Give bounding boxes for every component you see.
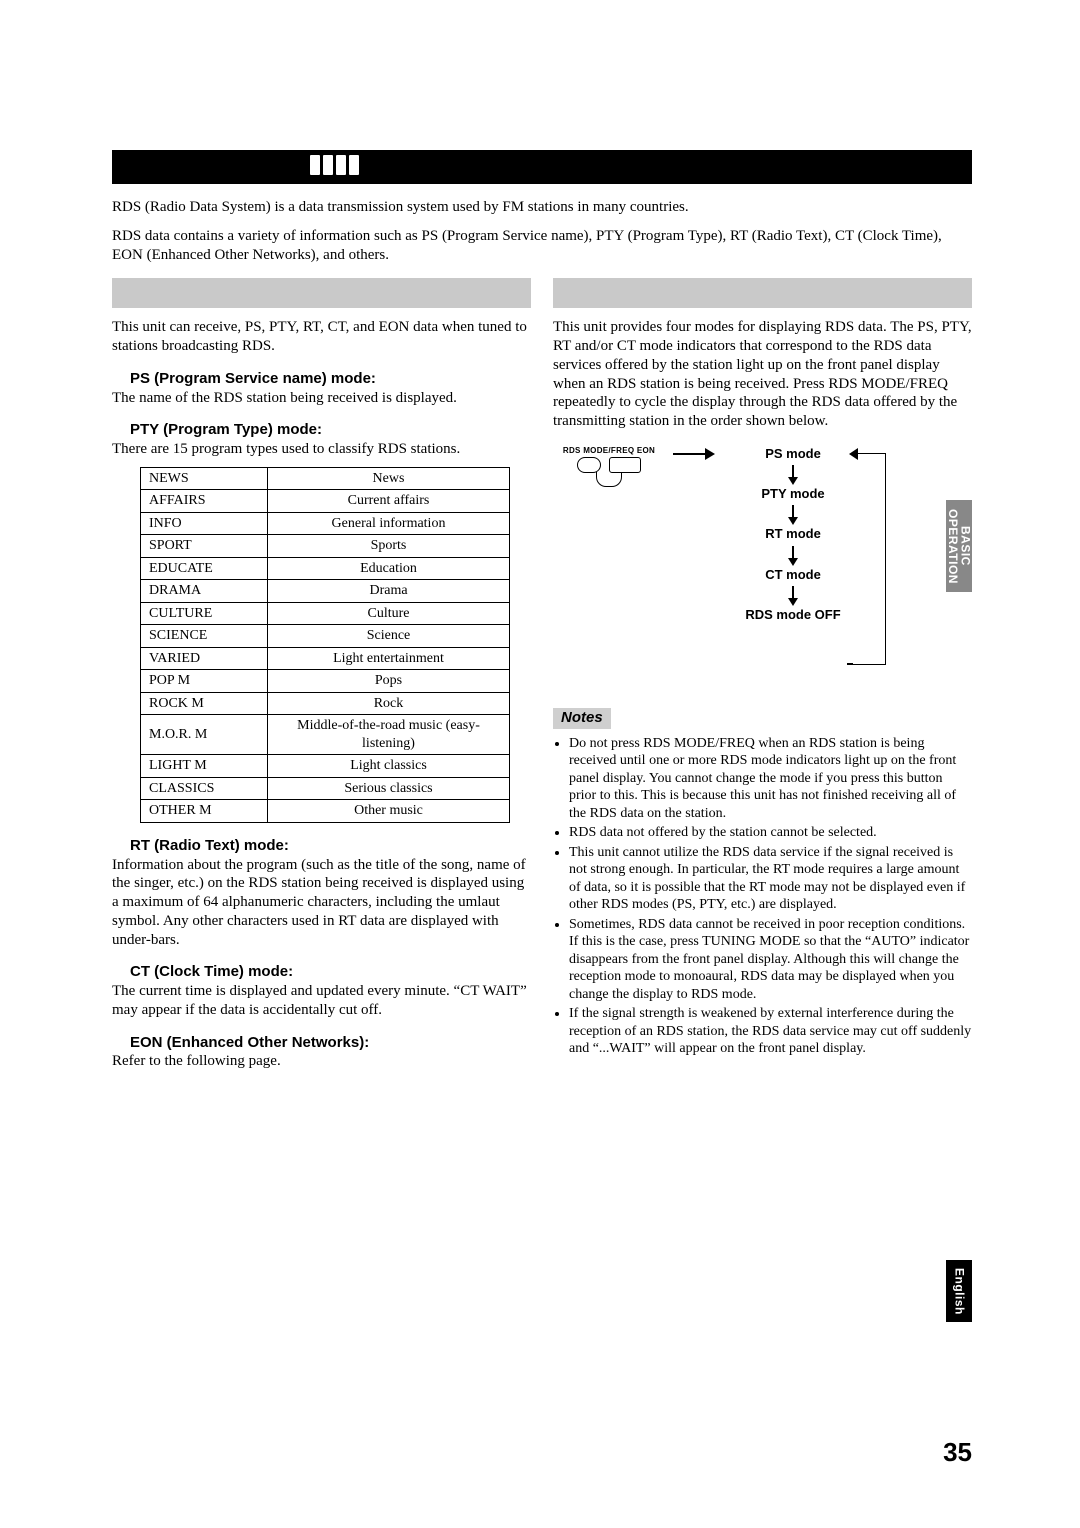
intro-paragraph-1: RDS (Radio Data System) is a data transm… [112, 198, 972, 217]
rds-button-illustration: RDS MODE/FREQ EON [559, 446, 659, 488]
ct-mode-heading: CT (Clock Time) mode: [130, 963, 531, 982]
table-row: EDUCATEEducation [141, 557, 510, 580]
section-title-band [112, 150, 972, 184]
right-column: This unit provides four modes for displa… [553, 278, 972, 1071]
eon-heading: EON (Enhanced Other Networks): [130, 1034, 531, 1053]
mode-step: PS mode [738, 446, 848, 462]
mode-step: PTY mode [738, 486, 848, 502]
mode-loop-arrow [851, 453, 886, 665]
pty-code: LIGHT M [141, 755, 268, 778]
pty-desc: Education [268, 557, 510, 580]
table-row: LIGHT MLight classics [141, 755, 510, 778]
table-row: SPORTSports [141, 535, 510, 558]
pty-desc: Current affairs [268, 490, 510, 513]
rds-button-label: RDS MODE/FREQ EON [559, 446, 659, 456]
pty-desc: Culture [268, 602, 510, 625]
table-row: VARIEDLight entertainment [141, 647, 510, 670]
pty-code: POP M [141, 670, 268, 693]
ps-mode-heading: PS (Program Service name) mode: [130, 370, 531, 389]
pty-table: NEWSNewsAFFAIRSCurrent affairsINFOGenera… [140, 467, 510, 823]
intro-paragraph-2: RDS data contains a variety of informati… [112, 227, 972, 265]
pty-code: ROCK M [141, 692, 268, 715]
mode-step: RDS mode OFF [738, 607, 848, 623]
pty-code: CULTURE [141, 602, 268, 625]
mode-cycle-diagram: RDS MODE/FREQ EON PS mode PTY mode RT mode… [553, 441, 972, 696]
right-lead: This unit provides four modes for displa… [553, 318, 972, 431]
pty-desc: Light entertainment [268, 647, 510, 670]
pty-desc: Serious classics [268, 777, 510, 800]
pty-code: NEWS [141, 467, 268, 490]
table-row: AFFAIRSCurrent affairs [141, 490, 510, 513]
arrow-down-icon [792, 505, 794, 523]
note-item: This unit cannot utilize the RDS data se… [569, 844, 972, 914]
table-row: NEWSNews [141, 467, 510, 490]
table-row: SCIENCEScience [141, 625, 510, 648]
notes-heading: Notes [553, 708, 611, 729]
pty-code: M.O.R. M [141, 715, 268, 755]
pty-code: EDUCATE [141, 557, 268, 580]
ct-mode-body: The current time is displayed and update… [112, 982, 531, 1020]
table-row: DRAMADrama [141, 580, 510, 603]
table-row: M.O.R. MMiddle-of-the-road music (easy-l… [141, 715, 510, 755]
arrow-down-icon [792, 546, 794, 564]
pty-desc: News [268, 467, 510, 490]
side-tab-basic-operation: BASICOPERATION [946, 500, 972, 592]
right-section-header [553, 278, 972, 308]
eon-body: Refer to the following page. [112, 1052, 531, 1071]
left-lead: This unit can receive, PS, PTY, RT, CT, … [112, 318, 531, 356]
side-tab-language: English [946, 1260, 972, 1322]
pty-mode-heading: PTY (Program Type) mode: [130, 421, 531, 440]
note-item: If the signal strength is weakened by ex… [569, 1005, 972, 1058]
pty-code: VARIED [141, 647, 268, 670]
arrow-down-icon [792, 465, 794, 483]
ps-mode-body: The name of the RDS station being receiv… [112, 389, 531, 408]
table-row: INFOGeneral information [141, 512, 510, 535]
table-row: CLASSICSSerious classics [141, 777, 510, 800]
left-section-header [112, 278, 531, 308]
arrow-right-icon [673, 453, 713, 455]
pty-code: SPORT [141, 535, 268, 558]
pty-code: SCIENCE [141, 625, 268, 648]
pty-code: CLASSICS [141, 777, 268, 800]
pty-desc: Drama [268, 580, 510, 603]
pty-desc: Pops [268, 670, 510, 693]
pty-desc: Sports [268, 535, 510, 558]
page-number: 35 [943, 1436, 972, 1469]
band-icon [310, 155, 359, 175]
table-row: ROCK MRock [141, 692, 510, 715]
pty-desc: Middle-of-the-road music (easy-listening… [268, 715, 510, 755]
pty-desc: Rock [268, 692, 510, 715]
left-column: This unit can receive, PS, PTY, RT, CT, … [112, 278, 531, 1071]
arrow-down-icon [792, 586, 794, 604]
pty-code: AFFAIRS [141, 490, 268, 513]
pty-desc: General information [268, 512, 510, 535]
notes-list: Do not press RDS MODE/FREQ when an RDS s… [553, 735, 972, 1058]
note-item: Do not press RDS MODE/FREQ when an RDS s… [569, 735, 972, 823]
note-item: RDS data not offered by the station cann… [569, 824, 972, 842]
pty-desc: Light classics [268, 755, 510, 778]
pty-code: OTHER M [141, 800, 268, 823]
note-item: Sometimes, RDS data cannot be received i… [569, 916, 972, 1004]
pty-code: DRAMA [141, 580, 268, 603]
table-row: POP MPops [141, 670, 510, 693]
pty-mode-body: There are 15 program types used to class… [112, 440, 531, 459]
pty-desc: Other music [268, 800, 510, 823]
rt-mode-heading: RT (Radio Text) mode: [130, 837, 531, 856]
table-row: CULTURECulture [141, 602, 510, 625]
mode-step: RT mode [738, 526, 848, 542]
table-row: OTHER MOther music [141, 800, 510, 823]
pty-code: INFO [141, 512, 268, 535]
mode-step: CT mode [738, 567, 848, 583]
pty-desc: Science [268, 625, 510, 648]
rt-mode-body: Information about the program (such as t… [112, 856, 531, 950]
